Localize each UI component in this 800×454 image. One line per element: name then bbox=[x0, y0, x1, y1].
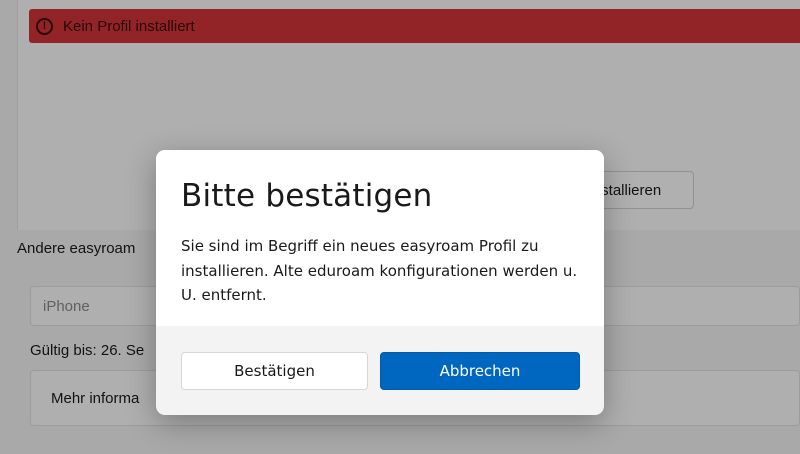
cancel-button-label: Abbrechen bbox=[439, 362, 521, 380]
confirm-button-label: Bestätigen bbox=[234, 362, 315, 380]
dialog-content-area: Bitte bestätigen Sie sind im Begriff ein… bbox=[156, 150, 604, 326]
dialog-title: Bitte bestätigen bbox=[181, 178, 433, 214]
confirm-dialog: Bitte bestätigen Sie sind im Begriff ein… bbox=[156, 150, 604, 415]
confirm-button[interactable]: Bestätigen bbox=[181, 352, 368, 390]
cancel-button[interactable]: Abbrechen bbox=[380, 352, 580, 390]
dialog-message: Sie sind im Begriff ein neues easyroam P… bbox=[181, 237, 578, 304]
